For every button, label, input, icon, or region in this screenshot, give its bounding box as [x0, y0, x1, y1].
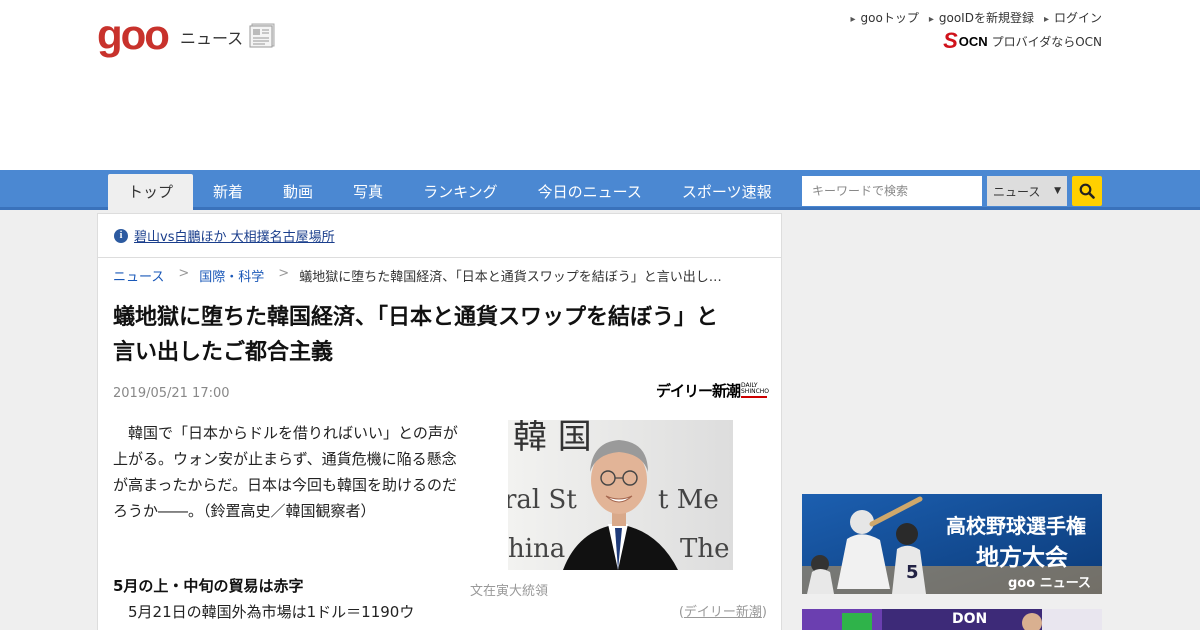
breadcrumb-separator: >: [178, 266, 190, 281]
breadcrumb: ニュース > 国際・科学 > 蟻地獄に堕ちた韓国経済、「日本と通貨スワップを結ぼ…: [113, 266, 722, 285]
tab-today-news[interactable]: 今日のニュース: [518, 174, 662, 210]
source-logo-text: デイリー新潮: [655, 382, 741, 400]
credit-close-paren: ): [761, 605, 767, 620]
svg-text:韓 国: 韓 国: [513, 420, 592, 457]
global-nav: トップ 新着 動画 写真 ランキング 今日のニュース スポーツ速報 ニュース ▼: [0, 170, 1200, 210]
article-date: 2019/05/21 17:00: [113, 386, 230, 401]
source-logo-small-text: DAILY SHINCHO: [741, 383, 769, 398]
search-scope-value: ニュース: [993, 184, 1041, 199]
article-photo[interactable]: 韓 国 ral St t Me hina The: [508, 420, 733, 570]
banner-title-1: 高校野球選手権: [946, 514, 1086, 538]
credit-source-link[interactable]: デイリー新潮: [684, 605, 762, 620]
breadcrumb-international-science[interactable]: 国際・科学: [199, 266, 264, 285]
article-lead: 韓国で「日本からドルを借りればいい」との声が上がる。ウォン安が止まらず、通貨危機…: [113, 424, 458, 520]
photo-credit: (デイリー新潮): [679, 601, 767, 620]
banner-brand: goo ニュース: [1008, 576, 1092, 591]
banner-title-2: 地方大会: [976, 545, 1068, 571]
article-body-text: 5月21日の韓国外為市場は1ドル＝1190ウ: [128, 603, 415, 621]
search-input[interactable]: [802, 176, 982, 206]
breadcrumb-separator: >: [278, 266, 290, 281]
svg-text:hina: hina: [508, 534, 565, 564]
sidebar-banner-2[interactable]: DON: [802, 609, 1102, 630]
svg-text:5: 5: [906, 562, 919, 583]
ocn-promo[interactable]: S OCN プロバイダならOCN: [943, 30, 1102, 52]
svg-text:t Me: t Me: [658, 485, 719, 515]
search-icon: [1079, 183, 1095, 199]
register-gooid-link[interactable]: gooIDを新規登録: [929, 9, 1034, 26]
info-icon: i: [114, 228, 128, 243]
ocn-logo: S OCN: [943, 30, 988, 52]
top-links: gooトップ gooIDを新規登録 ログイン: [850, 9, 1102, 26]
nav-tabs: トップ 新着 動画 写真 ランキング 今日のニュース スポーツ速報: [108, 174, 792, 210]
search-button[interactable]: [1072, 176, 1102, 206]
ocn-logo-text: OCN: [958, 33, 988, 49]
tab-ranking[interactable]: ランキング: [403, 174, 518, 210]
ocn-mark-icon: S: [943, 28, 958, 53]
tab-sports-live[interactable]: スポーツ速報: [662, 174, 792, 210]
notice-bar: i 碧山vs白鵬ほか 大相撲名古屋場所: [98, 214, 781, 258]
notice-link[interactable]: 碧山vs白鵬ほか 大相撲名古屋場所: [134, 226, 335, 245]
banner-2-text: DON: [952, 611, 988, 627]
newspaper-icon: [249, 22, 277, 52]
goo-top-link[interactable]: gooトップ: [850, 9, 919, 26]
goo-logo-text: goo: [97, 11, 170, 58]
dropdown-arrow-icon: ▼: [1054, 186, 1061, 196]
svg-text:ral St: ral St: [508, 485, 577, 515]
photo-caption: 文在寅大統領: [470, 584, 549, 599]
goo-news-logo[interactable]: goo ニュース: [97, 14, 277, 56]
site-header: goo ニュース gooトップ gooIDを新規登録 ログイン S OCN プロ…: [0, 0, 1200, 170]
article-title: 蟻地獄に堕ちた韓国経済、「日本と通貨スワップを結ぼう」と言い出したご都合主義: [113, 305, 719, 365]
ocn-promo-text: プロバイダならOCN: [991, 34, 1102, 49]
tab-photo[interactable]: 写真: [333, 174, 403, 210]
search-bar: ニュース ▼: [802, 176, 1102, 206]
search-scope-select[interactable]: ニュース ▼: [987, 176, 1067, 206]
daily-shincho-logo[interactable]: デイリー新潮 DAILY SHINCHO: [655, 380, 769, 401]
breadcrumb-current: 蟻地獄に堕ちた韓国経済、「日本と通貨スワップを結ぼう」と言い出し…: [299, 270, 722, 285]
koshien-banner[interactable]: 5 高校野球選手権 地方大会 goo ニュース: [802, 494, 1102, 594]
section-name: ニュース: [179, 29, 244, 48]
tab-top[interactable]: トップ: [108, 174, 194, 210]
breadcrumb-news[interactable]: ニュース: [113, 266, 164, 285]
sidebar-ad-slot: [802, 215, 1102, 480]
tab-video[interactable]: 動画: [263, 174, 333, 210]
tab-new[interactable]: 新着: [193, 174, 263, 210]
article-panel: i 碧山vs白鵬ほか 大相撲名古屋場所 ニュース > 国際・科学 > 蟻地獄に堕…: [97, 213, 782, 630]
article-subhead: 5月の上・中旬の貿易は赤字: [113, 577, 304, 595]
svg-text:The: The: [680, 534, 729, 564]
login-link[interactable]: ログイン: [1044, 9, 1102, 26]
